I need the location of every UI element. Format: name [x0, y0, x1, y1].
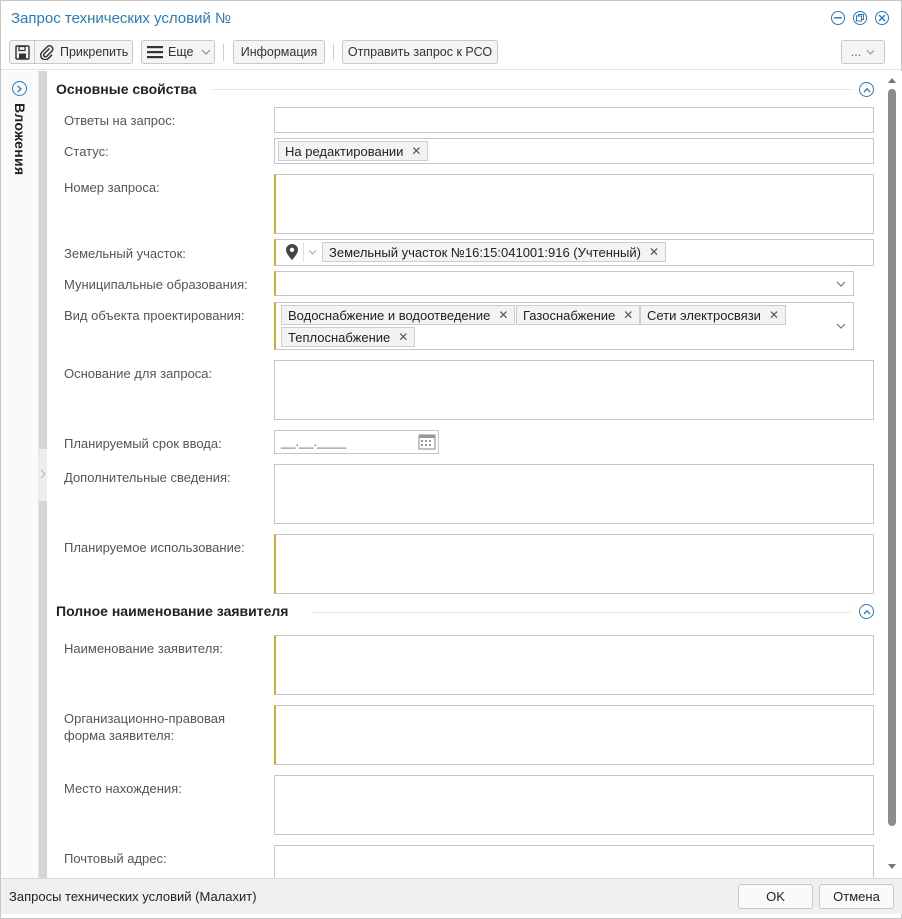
object-type-tag-label: Теплоснабжение	[288, 329, 391, 345]
scroll-down-icon[interactable]	[888, 864, 896, 870]
chevron-right-icon	[40, 469, 46, 479]
planned-date-label: Планируемый срок ввода:	[64, 436, 222, 451]
status-tag: На редактировании ✕	[278, 141, 429, 161]
object-type-tag-label: Сети электросвязи	[647, 307, 761, 323]
save-icon[interactable]	[10, 41, 35, 63]
planned-date-input[interactable]: __.__.____	[274, 430, 439, 454]
answers-field[interactable]	[274, 107, 874, 133]
ok-button[interactable]: OK	[738, 884, 813, 909]
postal-address-field[interactable]	[274, 845, 874, 878]
land-plot-value: Земельный участок №16:15:041001:916 (Учт…	[329, 244, 641, 260]
more-button[interactable]: Еще	[141, 40, 215, 64]
save-attach-group: Прикрепить	[9, 40, 133, 64]
attachments-panel[interactable]	[1, 71, 39, 878]
object-type-label: Вид объекта проектирования:	[64, 308, 245, 323]
dialog-footer: Запросы технических условий (Малахит) OK…	[1, 878, 902, 914]
location-field[interactable]	[274, 775, 874, 835]
request-number-label: Номер запроса:	[64, 180, 160, 195]
land-plot-field[interactable]: Земельный участок №16:15:041001:916 (Учт…	[274, 239, 874, 266]
toolbar-separator	[333, 44, 334, 61]
applicant-name-label: Наименование заявителя:	[64, 641, 223, 656]
paperclip-icon	[39, 45, 54, 60]
basis-field[interactable]	[274, 360, 874, 420]
status-value: На редактировании	[285, 143, 404, 159]
chevron-down-icon	[866, 49, 875, 55]
restore-icon[interactable]	[853, 11, 867, 25]
basis-label: Основание для запроса:	[64, 366, 213, 381]
object-type-tag: Водоснабжение и водоотведение ✕	[281, 305, 516, 325]
object-type-tag-label: Газоснабжение	[523, 307, 616, 323]
land-plot-tag: Земельный участок №16:15:041001:916 (Учт…	[322, 242, 667, 262]
form-content: Основные свойства Ответы на запрос: Стат…	[47, 71, 885, 878]
object-type-tag-label: Водоснабжение и водоотведение	[288, 307, 491, 323]
status-label: Статус:	[64, 144, 109, 159]
answers-label: Ответы на запрос:	[64, 113, 176, 128]
planned-date-placeholder: __.__.____	[281, 434, 347, 449]
map-pin-icon[interactable]	[286, 244, 298, 263]
object-type-tag: Теплоснабжение ✕	[281, 327, 416, 347]
info-label: Информация	[240, 45, 318, 59]
status-field[interactable]: На редактировании ✕	[274, 138, 874, 164]
applicant-name-field[interactable]	[274, 635, 874, 695]
object-type-tag: Газоснабжение ✕	[516, 305, 641, 325]
cancel-button[interactable]: Отмена	[819, 884, 894, 909]
municipal-label: Муниципальные образования:	[64, 277, 248, 292]
attach-label: Прикрепить	[60, 45, 129, 59]
legal-form-field[interactable]	[274, 705, 874, 765]
panel-splitter[interactable]	[39, 71, 47, 878]
dialog-window: Запрос технических условий № Прикрепить …	[0, 0, 902, 919]
object-type-select[interactable]: Водоснабжение и водоотведение ✕ Газоснаб…	[274, 302, 854, 350]
planned-use-field[interactable]	[274, 534, 874, 594]
collapse-section-icon[interactable]	[859, 82, 874, 97]
overflow-label: ...	[850, 45, 862, 59]
send-request-label: Отправить запрос к РСО	[347, 45, 493, 59]
window-title: Запрос технических условий №	[11, 10, 232, 27]
request-number-field[interactable]	[274, 174, 874, 234]
send-request-button[interactable]: Отправить запрос к РСО	[342, 40, 498, 64]
attachments-panel-label[interactable]: Вложения	[12, 103, 28, 175]
location-label: Место нахождения:	[64, 781, 182, 796]
scroll-up-icon[interactable]	[888, 77, 896, 83]
close-icon[interactable]	[875, 11, 889, 25]
chevron-down-icon[interactable]	[836, 323, 846, 329]
legal-form-label-line1: Организационно-правовая	[64, 711, 226, 726]
chevron-down-icon	[202, 49, 211, 55]
footer-context-text: Запросы технических условий (Малахит)	[9, 889, 257, 904]
planned-use-label: Планируемое использование:	[64, 540, 245, 555]
remove-tag-icon[interactable]: ✕	[411, 144, 421, 158]
remove-tag-icon[interactable]: ✕	[498, 308, 508, 322]
chevron-down-icon[interactable]	[836, 281, 846, 287]
section-divider	[213, 89, 851, 90]
collapse-section-icon[interactable]	[859, 604, 874, 619]
remove-tag-icon[interactable]: ✕	[623, 308, 633, 322]
minimize-icon[interactable]	[831, 11, 845, 25]
municipal-select[interactable]	[274, 271, 854, 296]
info-button[interactable]: Информация	[233, 40, 325, 64]
postal-address-label: Почтовый адрес:	[64, 851, 167, 866]
section-title-applicant: Полное наименование заявителя	[56, 603, 289, 619]
remove-tag-icon[interactable]: ✕	[398, 330, 408, 344]
legal-form-label: Организационно-правовая форма заявителя:	[64, 710, 225, 744]
remove-tag-icon[interactable]: ✕	[649, 245, 659, 259]
additional-label: Дополнительные сведения:	[64, 470, 231, 485]
overflow-menu-button[interactable]: ...	[841, 40, 885, 64]
more-label: Еще	[168, 45, 194, 59]
remove-tag-icon[interactable]: ✕	[769, 308, 779, 322]
toolbar: Прикрепить Еще Информация Отправить запр…	[1, 37, 901, 70]
scrollbar-thumb[interactable]	[888, 89, 896, 826]
menu-icon	[147, 46, 163, 59]
additional-field[interactable]	[274, 464, 874, 524]
section-divider	[313, 612, 851, 613]
calendar-icon[interactable]	[418, 433, 436, 453]
legal-form-label-line2: форма заявителя:	[64, 728, 175, 743]
section-title-main: Основные свойства	[56, 81, 197, 97]
chevron-down-icon[interactable]	[303, 242, 321, 262]
toolbar-separator	[223, 44, 224, 61]
object-type-tag: Сети электросвязи ✕	[640, 305, 787, 325]
title-bar: Запрос технических условий №	[1, 1, 901, 37]
land-plot-label: Земельный участок:	[64, 246, 186, 261]
attach-button[interactable]: Прикрепить	[35, 44, 128, 60]
expand-panel-icon[interactable]	[12, 81, 27, 96]
